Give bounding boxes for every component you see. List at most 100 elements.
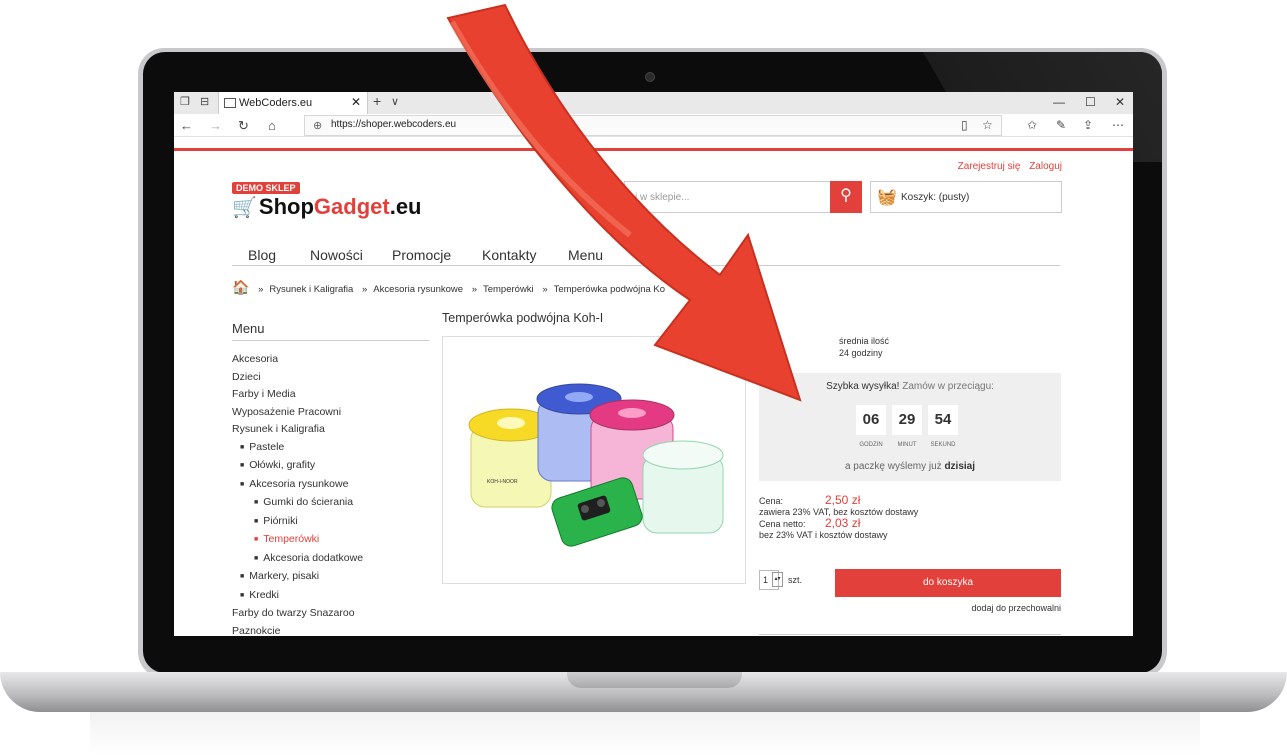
sidebar-item[interactable]: ■ Pastele — [232, 439, 363, 458]
quantity-stepper[interactable]: ▴▾ — [772, 572, 783, 587]
basket-widget[interactable]: 🧺 Koszyk: (pusty) — [870, 181, 1062, 213]
tab-bar: ❐ ⊟ WebCoders.eu ✕ + ∨ — ☐ ✕ — [174, 92, 1133, 114]
cart-logo-icon: 🛒 — [232, 197, 257, 219]
sidebar-item[interactable]: ■ Temperówki — [232, 531, 363, 550]
address-bar-row: ← → ↻ ⌂ ⊕ https://shoper.webcoders.eu ▯ … — [174, 114, 1133, 137]
sidebar-item[interactable]: Akcesoria — [232, 351, 363, 369]
web-note-icon[interactable]: ✎ — [1056, 118, 1066, 132]
favorites-hub-icon[interactable]: ✩ — [1027, 118, 1037, 132]
sidebar-item[interactable]: ■ Markery, pisaki — [232, 568, 363, 587]
globe-icon: ⊕ — [313, 120, 323, 132]
breadcrumb-item[interactable]: Akcesoria rysunkowe — [373, 284, 463, 295]
net-price-value: 2,03 zł — [825, 516, 861, 530]
product-title: Temperówka podwójna Koh-I — [442, 311, 604, 325]
sidebar-item[interactable]: Paznokcie — [232, 623, 363, 637]
breadcrumb-item[interactable]: Temperówki — [483, 284, 534, 295]
net-note: bez 23% VAT i kosztów dostawy — [759, 530, 888, 540]
product-image[interactable]: KOH-I-NOOR — [442, 336, 746, 584]
countdown-heading: Szybka wysyłka! Zamów w przeciągu: — [826, 381, 994, 392]
forward-icon[interactable]: → — [209, 118, 222, 133]
home-icon[interactable]: ⌂ — [268, 118, 276, 133]
close-tab-icon[interactable]: ✕ — [351, 95, 361, 109]
new-tab-icon[interactable]: + — [373, 93, 381, 109]
search-icon: ⚲ — [840, 187, 852, 204]
sidebar-item[interactable]: ■ Gumki do ścierania — [232, 494, 363, 513]
sidebar-item-label: Rysunek i Kaligrafia — [232, 423, 325, 435]
menu-item-menu[interactable]: Menu — [568, 247, 603, 263]
maximize-icon[interactable]: ☐ — [1085, 95, 1096, 109]
sidebar-item[interactable]: Farby do twarzy Snazaroo — [232, 605, 363, 623]
brand-label: KOH-I-NOOR — [487, 479, 518, 485]
search-input[interactable]: j w sklepie... — [624, 181, 831, 213]
bullet-icon: ■ — [240, 573, 245, 580]
back-icon[interactable]: ← — [180, 118, 193, 133]
timer-minutes: 29 — [892, 405, 922, 435]
sidebar-title: Menu — [232, 321, 429, 341]
sidebar-item-label: Gumki do ścierania — [263, 496, 354, 508]
bullet-icon: ■ — [254, 554, 259, 562]
timer-seconds-label: SEKUND — [930, 442, 956, 448]
laptop-opening-notch — [567, 672, 742, 688]
add-to-cart-button[interactable]: do koszyka — [835, 569, 1061, 597]
login-link[interactable]: Zaloguj — [1029, 161, 1062, 172]
breadcrumb-item[interactable]: Rysunek i Kaligrafia — [269, 284, 353, 295]
divider — [759, 634, 1061, 635]
sidebar-item-label: Akcesoria dodatkowe — [263, 551, 364, 564]
sidebar-item-label: Markery, pisaki — [249, 570, 320, 582]
sidebar-item-label: Ołówki, grafity — [249, 459, 316, 471]
sidebar-item[interactable]: Rysunek i Kaligrafia — [232, 421, 363, 439]
tab-webcoders[interactable]: WebCoders.eu ✕ — [218, 92, 368, 114]
account-links: Zarejestruj się Zaloguj — [952, 161, 1062, 172]
menu-item-promotions[interactable]: Promocje — [392, 247, 451, 263]
sidebar-item[interactable]: Farby i Media — [232, 386, 363, 404]
breadcrumb: 🏠 » Rysunek i Kaligrafia » Akcesoria rysun… — [232, 279, 666, 295]
menu-item-contacts[interactable]: Kontakty — [482, 247, 536, 263]
stock-value: średnia ilość — [839, 336, 890, 346]
minimize-icon[interactable]: — — [1053, 95, 1065, 109]
menu-item-news[interactable]: Nowości — [310, 247, 363, 263]
sidebar-item[interactable]: ■ Kredki — [232, 587, 363, 606]
add-to-wishlist-link[interactable]: dodaj do przechowalni — [971, 603, 1061, 613]
reading-view-icon[interactable]: ▯ — [961, 118, 968, 132]
set-aside-tabs-icon[interactable]: ⊟ — [200, 95, 209, 108]
timer-hours: 06 — [856, 405, 886, 435]
sidebar-item[interactable]: Wyposażenie Pracowni — [232, 404, 363, 422]
register-link[interactable]: Zarejestruj się — [958, 161, 1021, 172]
sidebar-menu: Akcesoria Dzieci Farby i Media Wyposażenie … — [232, 351, 363, 636]
shop-page: Zarejestruj się Zaloguj DEMO SKLEP 🛒Shop… — [174, 151, 1133, 636]
sidebar-item-label: Farby i Media — [232, 388, 296, 400]
shop-logo[interactable]: 🛒ShopGadget.eu — [232, 194, 422, 220]
sidebar-item[interactable]: ■ Ołówki, grafity — [232, 457, 363, 476]
breadcrumb-current: Temperówka podwójna Ko — [553, 284, 666, 295]
sidebar-item-label: Pastele — [249, 440, 285, 453]
price-label: Cena: — [759, 496, 784, 506]
demo-badge: DEMO SKLEP — [232, 182, 300, 194]
quantity-unit: szt. — [788, 575, 803, 585]
stock-label: ność: — [759, 336, 781, 346]
sidebar-item[interactable]: ■ Akcesoria dodatkowe — [232, 550, 363, 569]
more-icon[interactable]: ⋯ — [1112, 118, 1124, 132]
bullet-icon: ■ — [240, 462, 245, 469]
refresh-icon[interactable]: ↻ — [238, 118, 249, 134]
bullet-icon: ■ — [254, 499, 259, 506]
ship-today-note: a paczkę wyślemy już dzisiaj — [844, 461, 976, 472]
menu-item-blog[interactable]: Blog — [248, 247, 276, 263]
shipping-value: 24 godziny — [839, 348, 883, 358]
sidebar-item[interactable]: ■ Akcesoria rysunkowe — [232, 476, 363, 495]
webcam — [645, 72, 655, 82]
home-breadcrumb-icon[interactable]: 🏠 — [232, 279, 249, 295]
sidebar-item-label: Akcesoria — [232, 353, 279, 365]
tab-menu-icon[interactable]: ∨ — [391, 95, 399, 108]
sidebar-item[interactable]: Dzieci — [232, 369, 363, 387]
sidebar-item[interactable]: ■ Piórniki — [232, 513, 363, 532]
url-input[interactable]: ⊕ https://shoper.webcoders.eu ▯ ☆ — [304, 115, 1002, 136]
close-window-icon[interactable]: ✕ — [1115, 95, 1125, 109]
tab-preview-icon[interactable]: ❐ — [180, 95, 190, 108]
net-price-label: Cena netto: — [759, 519, 806, 529]
sidebar-item-label: Wyposażenie Pracowni — [232, 405, 342, 418]
main-menu: Blog Nowości Promocje Kontakty Menu — [232, 247, 1060, 266]
search-button[interactable]: ⚲ — [830, 181, 862, 213]
bullet-icon: ■ — [254, 517, 259, 525]
share-icon[interactable]: ⇪ — [1083, 118, 1093, 132]
favorite-star-icon[interactable]: ☆ — [982, 118, 993, 132]
